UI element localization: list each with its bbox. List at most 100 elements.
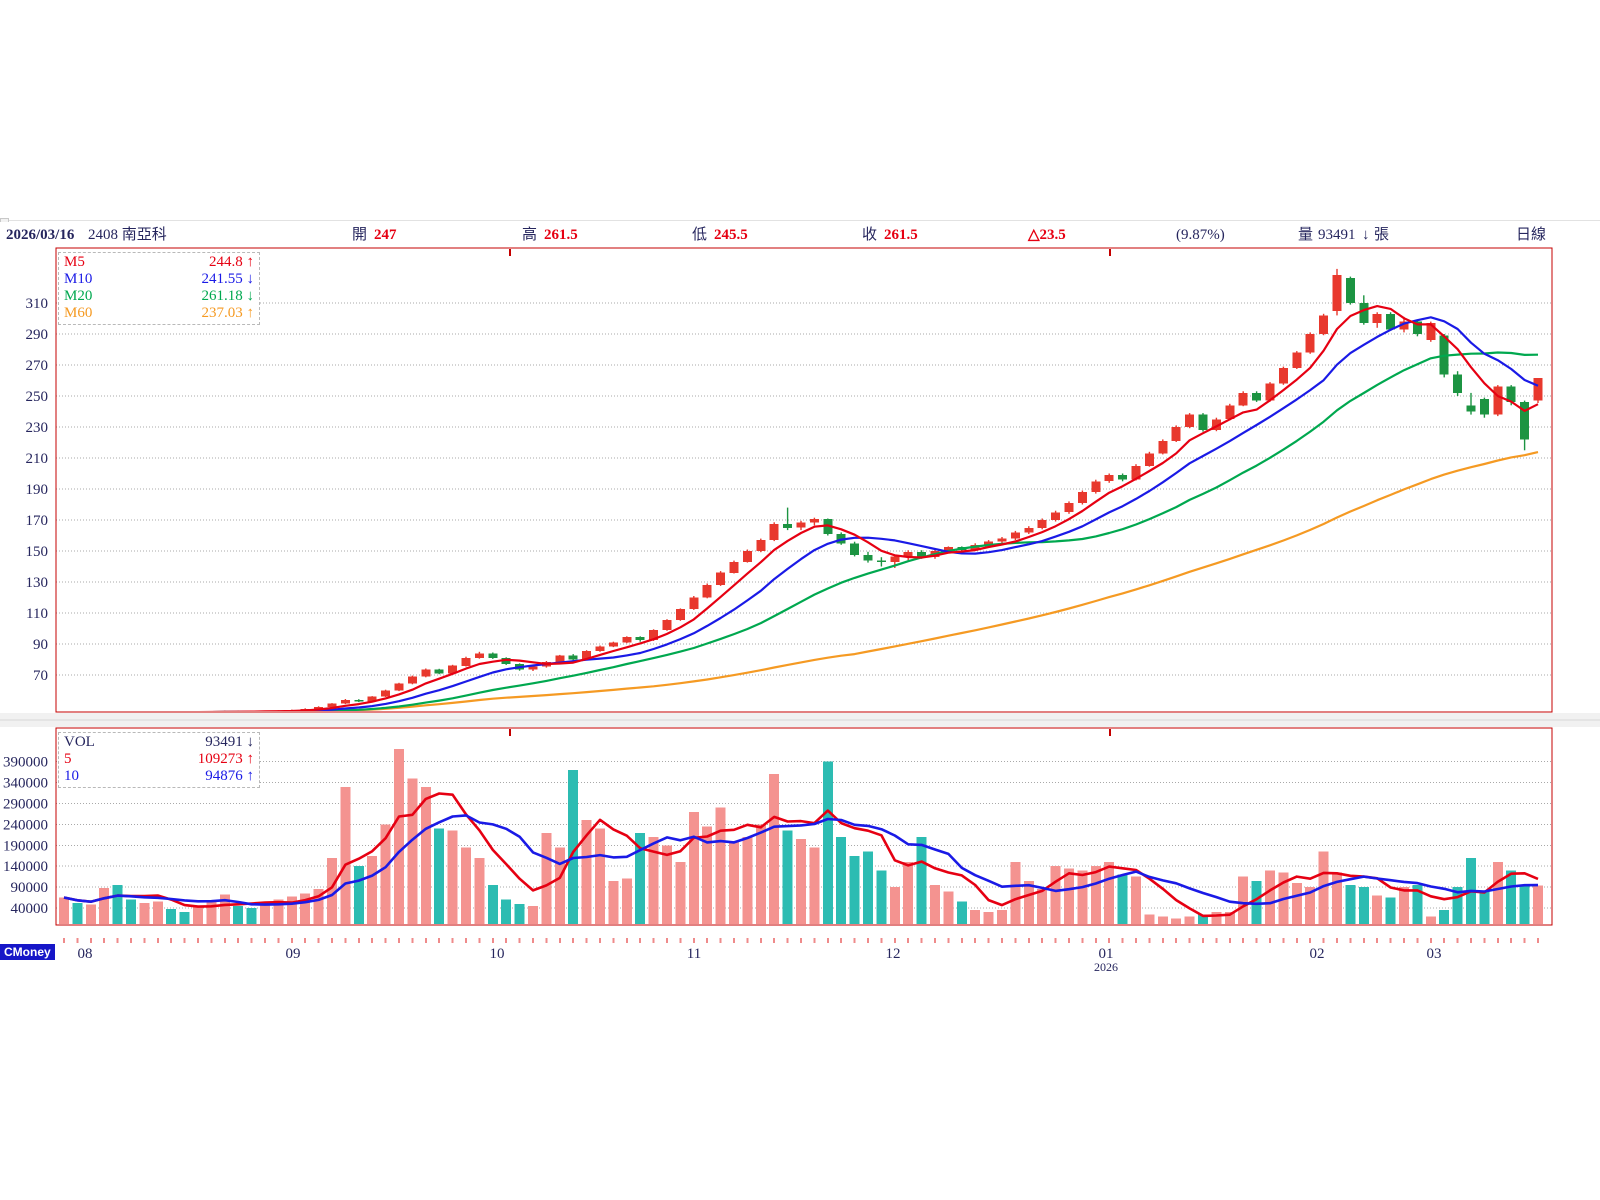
volume-bar (113, 885, 123, 924)
volume-bar (166, 909, 176, 924)
volume-bar (233, 906, 243, 924)
ma60-label: M60 (64, 305, 92, 322)
candle (328, 704, 337, 707)
volume-bar (1533, 886, 1543, 924)
volume-bar (796, 839, 806, 924)
price-axis-tick: 230 (26, 420, 49, 436)
candle (1306, 334, 1315, 353)
legend-row-m5: M5 244.8 ↑ (64, 254, 254, 271)
volume-bar (555, 847, 565, 924)
volume-bar (407, 778, 417, 924)
volume-bar (823, 762, 833, 924)
legend-row-vma5: 5 109273 ↑ (64, 751, 254, 768)
volume-bar (501, 900, 511, 924)
volume-bar (876, 870, 886, 924)
candle (998, 539, 1007, 542)
volume-axis-tick: 340000 (3, 776, 48, 792)
volume-bar (756, 824, 766, 924)
volume-bar (1359, 887, 1369, 924)
candle (1319, 315, 1328, 334)
volume-bar (1185, 916, 1195, 924)
candlestick-series (60, 269, 1543, 714)
volume-bar (153, 902, 163, 924)
candle (341, 700, 350, 704)
volume-bar (1051, 866, 1061, 924)
volume-bar (99, 888, 109, 924)
price-axis-tick: 190 (26, 482, 49, 498)
volume-bar (1493, 862, 1503, 924)
volume-bar (809, 847, 819, 924)
volume-bar (783, 831, 793, 924)
candle (1065, 503, 1074, 512)
candle (1453, 374, 1462, 393)
price-axis-tick: 290 (26, 327, 49, 343)
app-window: 2026/03/16 2408 南亞科 開 247 高 261.5 低 245.… (0, 0, 1600, 1200)
volume-bar (729, 841, 739, 924)
volume-bar (769, 774, 779, 924)
month-label: 08 (78, 946, 93, 962)
volume-bar (193, 907, 203, 924)
price-axis-tick: 170 (26, 513, 49, 529)
volume-axis-tick: 190000 (3, 838, 48, 854)
volume-bar (1037, 889, 1047, 924)
vma10-label: 10 (64, 768, 79, 785)
volume-bar (970, 910, 980, 924)
candle (1038, 520, 1047, 528)
volume-axis-tick: 390000 (3, 755, 48, 771)
volume-bar (1091, 866, 1101, 924)
volume-bar (260, 903, 270, 924)
candle (354, 700, 363, 702)
volume-bar (917, 837, 927, 924)
legend-row-m20: M20 261.18 ↓ (64, 288, 254, 305)
month-label: 11 (687, 946, 701, 962)
candle (1078, 492, 1087, 503)
volume-bar (247, 908, 257, 924)
candle (1105, 475, 1114, 481)
candle (462, 658, 471, 666)
volume-bar (930, 885, 940, 924)
volume-bar (1211, 912, 1221, 924)
volume-bar (1131, 877, 1141, 924)
volume-bar (716, 808, 726, 924)
vol-value: 93491 ↓ (205, 734, 254, 751)
price-axis-tick: 130 (26, 575, 49, 591)
volume-bar (1265, 870, 1275, 924)
candle (1359, 303, 1368, 323)
candle (1172, 427, 1181, 441)
candle (636, 637, 645, 640)
candle (703, 585, 712, 597)
brand-badge: CMoney (0, 944, 55, 960)
legend-row-vol: VOL 93491 ↓ (64, 734, 254, 751)
candle (1185, 415, 1194, 427)
volume-bar (1372, 896, 1382, 925)
month-label: 02 (1310, 946, 1325, 962)
volume-bar (1520, 885, 1530, 924)
volume-bar (943, 891, 953, 924)
price-axis-tick: 90 (33, 637, 48, 653)
year-label: 2026 (1094, 960, 1118, 975)
volume-bar (622, 879, 632, 924)
candle (1199, 415, 1208, 431)
volume-bar (984, 912, 994, 924)
legend-row-m10: M10 241.55 ↓ (64, 271, 254, 288)
candle (890, 556, 899, 561)
volume-bar (1426, 916, 1436, 924)
volume-bar (340, 787, 350, 924)
volume-bar (836, 837, 846, 924)
volume-bar (541, 833, 551, 924)
candle (1279, 368, 1288, 384)
candle (1158, 441, 1167, 453)
candle (408, 677, 417, 684)
candle (1051, 512, 1060, 520)
volume-bar (1104, 862, 1114, 924)
price-axis-tick: 270 (26, 358, 49, 374)
volume-bar (1010, 862, 1020, 924)
volume-bar (957, 902, 967, 924)
volume-bar (595, 829, 605, 924)
volume-bar (287, 896, 297, 924)
price-ma-legend: M5 244.8 ↑ M10 241.55 ↓ M20 261.18 ↓ M60… (58, 252, 260, 325)
chart-canvas[interactable]: 3102902702502302101901701501301109070390… (0, 0, 1600, 1200)
volume-bar (1439, 910, 1449, 924)
volume-bar (1118, 875, 1128, 924)
candle (609, 643, 618, 647)
